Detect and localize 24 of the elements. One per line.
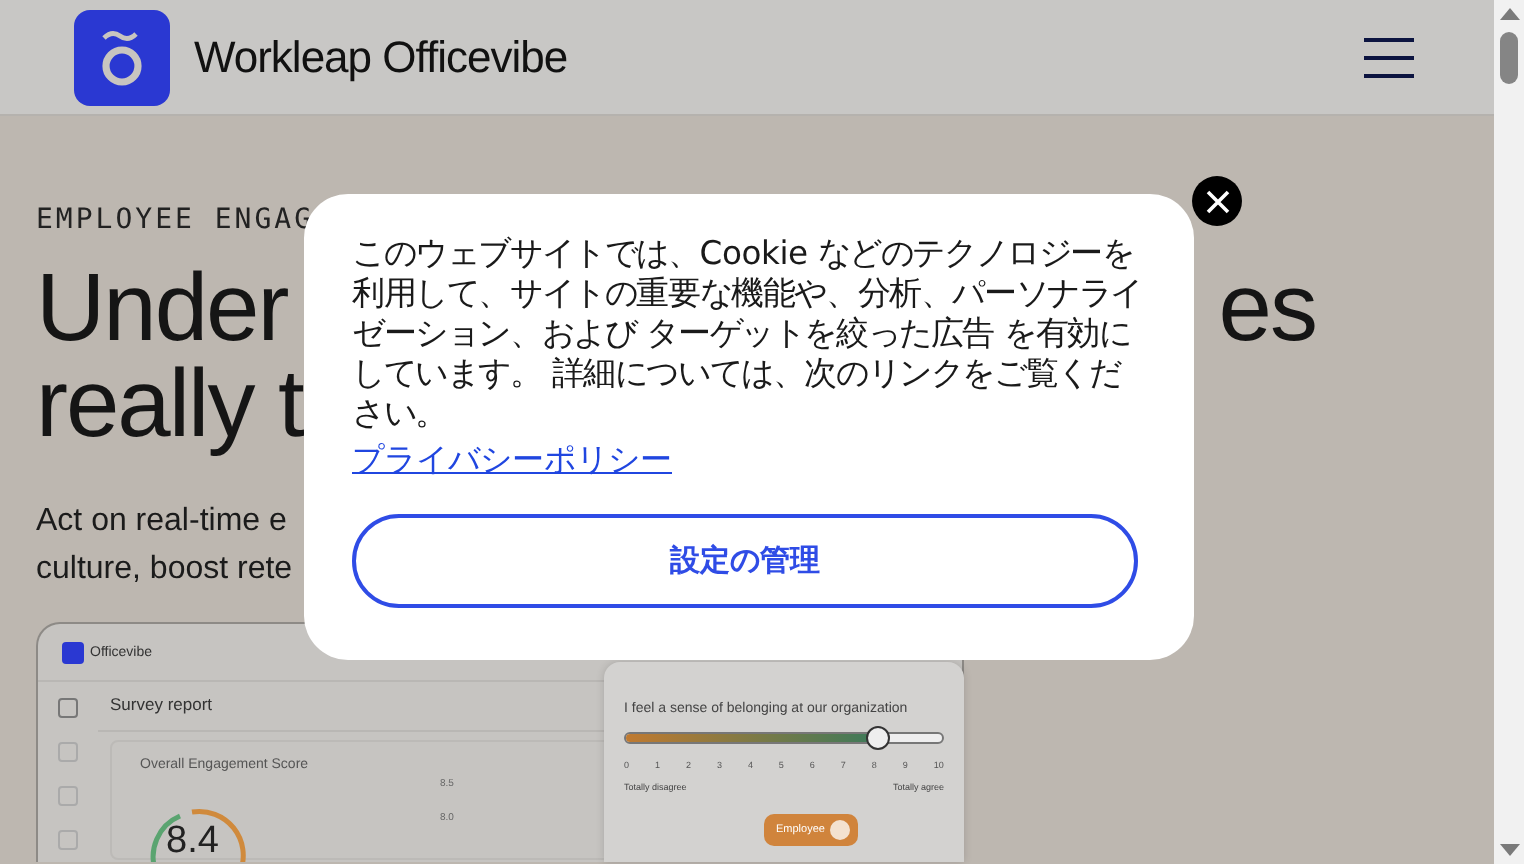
privacy-policy-link[interactable]: プライバシーポリシー	[352, 440, 672, 482]
logo-icon	[62, 641, 84, 663]
cookie-message: このウェブサイトでは、Cookie などのテクノロジーを利用して、サイトの重要な機能や、分析、パーソナライゼーション、および ターゲットを絞った広告 を有効にしています。 詳細については、次のリンクをご覧ください。	[352, 234, 1145, 434]
logo-icon[interactable]	[74, 9, 170, 105]
heading-text: really t	[36, 358, 303, 454]
nav-icon	[58, 742, 78, 762]
score-value: 8.4	[166, 820, 219, 862]
intro-text: culture, boost rete	[36, 550, 293, 590]
scroll-down-icon[interactable]	[1499, 844, 1519, 856]
scrollbar-thumb[interactable]	[1500, 32, 1518, 84]
eyebrow-text: EMPLOYEE ENGAG	[36, 204, 315, 236]
close-icon[interactable]	[1192, 176, 1242, 226]
scroll-up-icon[interactable]	[1499, 8, 1519, 20]
intro-text: Act on real-time e	[36, 502, 287, 542]
nav-icon	[58, 830, 78, 850]
heading-text: Under	[36, 262, 288, 358]
nav-icon	[58, 698, 78, 718]
brand-name: Workleap Officevibe	[194, 31, 570, 83]
nav-icon	[58, 786, 78, 806]
manage-settings-button[interactable]: 設定の管理	[352, 514, 1138, 608]
heading-text: es	[1218, 262, 1316, 358]
menu-icon[interactable]	[1364, 37, 1414, 77]
avatar-icon	[830, 820, 851, 840]
gauge-drawing	[150, 808, 246, 862]
